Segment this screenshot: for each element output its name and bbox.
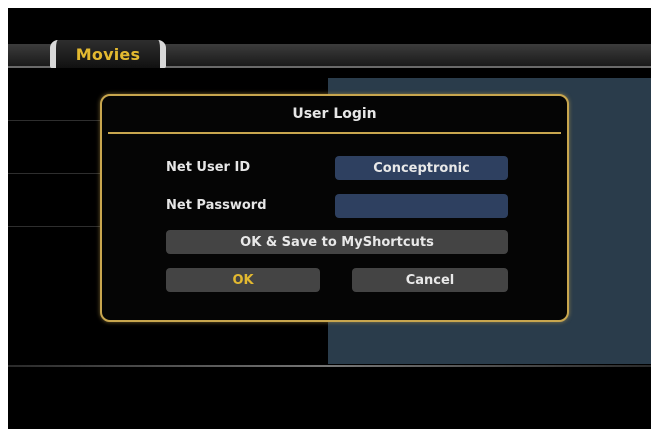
list-divider (8, 173, 100, 174)
password-field[interactable] (335, 194, 508, 218)
user-id-label: Net User ID (166, 160, 251, 175)
list-divider (8, 226, 100, 227)
user-login-dialog: User Login Net User ID Conceptronic Net … (100, 94, 569, 322)
user-id-value: Conceptronic (373, 160, 470, 176)
password-label: Net Password (166, 198, 267, 213)
dialog-title-divider (108, 132, 561, 134)
tab-movies-label: Movies (75, 44, 141, 64)
tab-movies[interactable]: Movies (50, 40, 166, 68)
ok-save-shortcuts-button[interactable]: OK & Save to MyShortcuts (166, 230, 508, 254)
cancel-button[interactable]: Cancel (352, 268, 508, 292)
footer-divider (8, 365, 651, 367)
ok-button[interactable]: OK (166, 268, 320, 292)
user-id-field[interactable]: Conceptronic (335, 156, 508, 180)
list-divider (8, 120, 100, 121)
tv-screen: Movies User Login Net User ID Conceptron… (8, 8, 651, 429)
dialog-title: User Login (292, 106, 377, 122)
